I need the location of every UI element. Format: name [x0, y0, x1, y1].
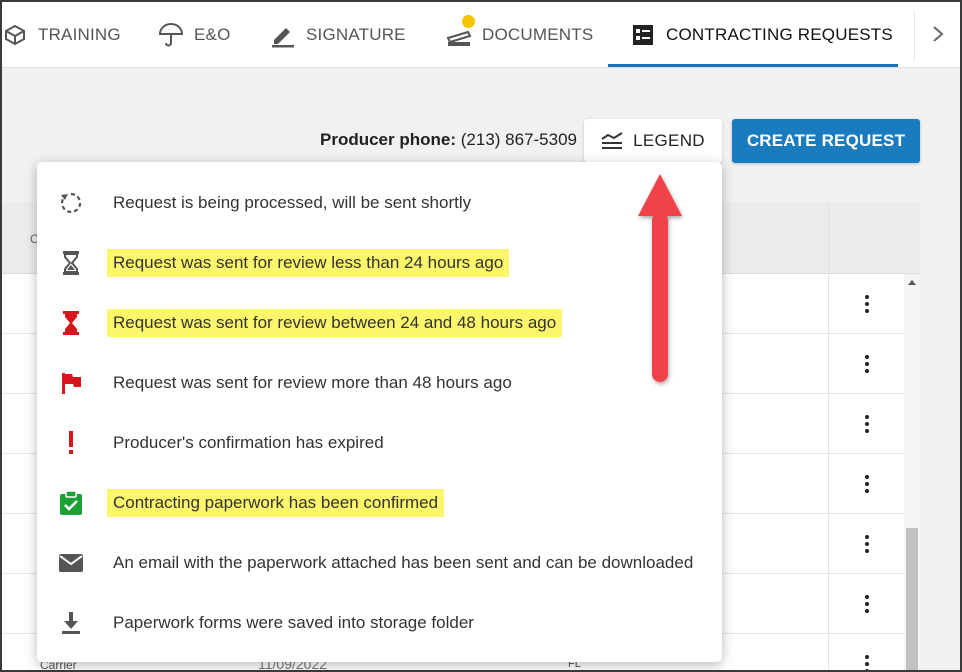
- kebab-icon: [864, 655, 869, 670]
- tab-label: TRAINING: [38, 25, 121, 44]
- legend-text: An email with the paperwork attached has…: [113, 553, 694, 572]
- legend-icon: [601, 131, 623, 151]
- list-icon: [630, 22, 656, 48]
- legend-text: Contracting paperwork has been confirmed: [107, 489, 445, 517]
- legend-item: Producer's confirmation has expired: [37, 413, 722, 473]
- tab-eo[interactable]: E&O: [158, 2, 231, 68]
- producer-phone: Producer phone: (213) 867-5309: [320, 130, 577, 150]
- hourglass-red-icon: [57, 309, 85, 337]
- tab-documents[interactable]: DOCUMENTS: [446, 2, 593, 68]
- tabs-scroll-right[interactable]: [914, 10, 960, 62]
- legend-text: Request is being processed, will be sent…: [113, 193, 472, 212]
- legend-item: Request is being processed, will be sent…: [37, 173, 722, 233]
- create-request-button[interactable]: CREATE REQUEST: [732, 119, 920, 163]
- legend-item: Request was sent for review less than 24…: [37, 233, 722, 293]
- legend-text: Request was sent for review more than 48…: [113, 373, 512, 392]
- kebab-icon: [864, 535, 869, 553]
- row-menu-button[interactable]: [828, 634, 904, 670]
- legend-text: Request was sent for review between 24 a…: [107, 309, 563, 337]
- table-scrollbar[interactable]: [904, 274, 920, 670]
- row-menu-button[interactable]: [828, 574, 904, 634]
- tab-signature[interactable]: SIGNATURE: [270, 2, 406, 68]
- kebab-icon: [864, 415, 869, 433]
- tab-label: CONTRACTING REQUESTS: [666, 25, 893, 44]
- create-request-label: CREATE REQUEST: [746, 131, 906, 150]
- scrollbar-thumb[interactable]: [906, 528, 918, 670]
- legend-label: LEGEND: [633, 131, 705, 150]
- tab-training[interactable]: TRAINING: [2, 2, 121, 68]
- legend-item: Contracting paperwork has been confirmed: [37, 473, 722, 533]
- active-tab-indicator: [608, 64, 898, 67]
- row-menu-button[interactable]: [828, 514, 904, 574]
- row-menu-button[interactable]: [828, 274, 904, 334]
- row-menu-button[interactable]: [828, 454, 904, 514]
- app-frame: TRAINING E&O SIGNATURE DOCUMENTS CONTRAC…: [0, 0, 962, 672]
- hourglass-gray-icon: [57, 249, 85, 277]
- legend-item: Paperwork forms were saved into storage …: [37, 593, 722, 653]
- umbrella-icon: [158, 22, 184, 48]
- tab-bar: TRAINING E&O SIGNATURE DOCUMENTS CONTRAC…: [2, 2, 960, 68]
- legend-text: Paperwork forms were saved into storage …: [113, 613, 474, 632]
- legend-button[interactable]: LEGEND: [584, 119, 722, 163]
- legend-item: Request was sent for review between 24 a…: [37, 293, 722, 353]
- red-arrow-annotation: [638, 174, 682, 382]
- exclamation-icon: [57, 429, 85, 457]
- phone-value: (213) 867-5309: [460, 130, 578, 149]
- phone-label: Producer phone:: [320, 130, 457, 149]
- legend-popup: Request is being processed, will be sent…: [37, 162, 722, 662]
- table-header-actions: [828, 202, 904, 274]
- envelope-icon: [57, 549, 85, 577]
- notification-badge: [462, 15, 475, 28]
- kebab-icon: [864, 355, 869, 373]
- kebab-icon: [864, 595, 869, 613]
- legend-text: Producer's confirmation has expired: [113, 433, 384, 452]
- chevron-right-icon: [932, 25, 944, 48]
- flag-icon: [57, 369, 85, 397]
- processing-icon: [57, 189, 85, 217]
- kebab-icon: [864, 475, 869, 493]
- tab-label: DOCUMENTS: [482, 25, 594, 44]
- scroll-up-arrow[interactable]: [908, 280, 916, 285]
- tab-label: E&O: [194, 25, 231, 44]
- row-menu-button[interactable]: [828, 394, 904, 454]
- kebab-icon: [864, 295, 869, 313]
- clipboard-check-icon: [57, 489, 85, 517]
- legend-item: Request was sent for review more than 48…: [37, 353, 722, 413]
- pen-icon: [270, 22, 296, 48]
- tab-contracting-requests[interactable]: CONTRACTING REQUESTS: [630, 2, 893, 68]
- row-menu-button[interactable]: [828, 334, 904, 394]
- legend-item: An email with the paperwork attached has…: [37, 533, 722, 593]
- box-icon: [2, 22, 28, 48]
- legend-text: Request was sent for review less than 24…: [107, 249, 510, 277]
- download-icon: [57, 609, 85, 637]
- tab-label: SIGNATURE: [306, 25, 406, 44]
